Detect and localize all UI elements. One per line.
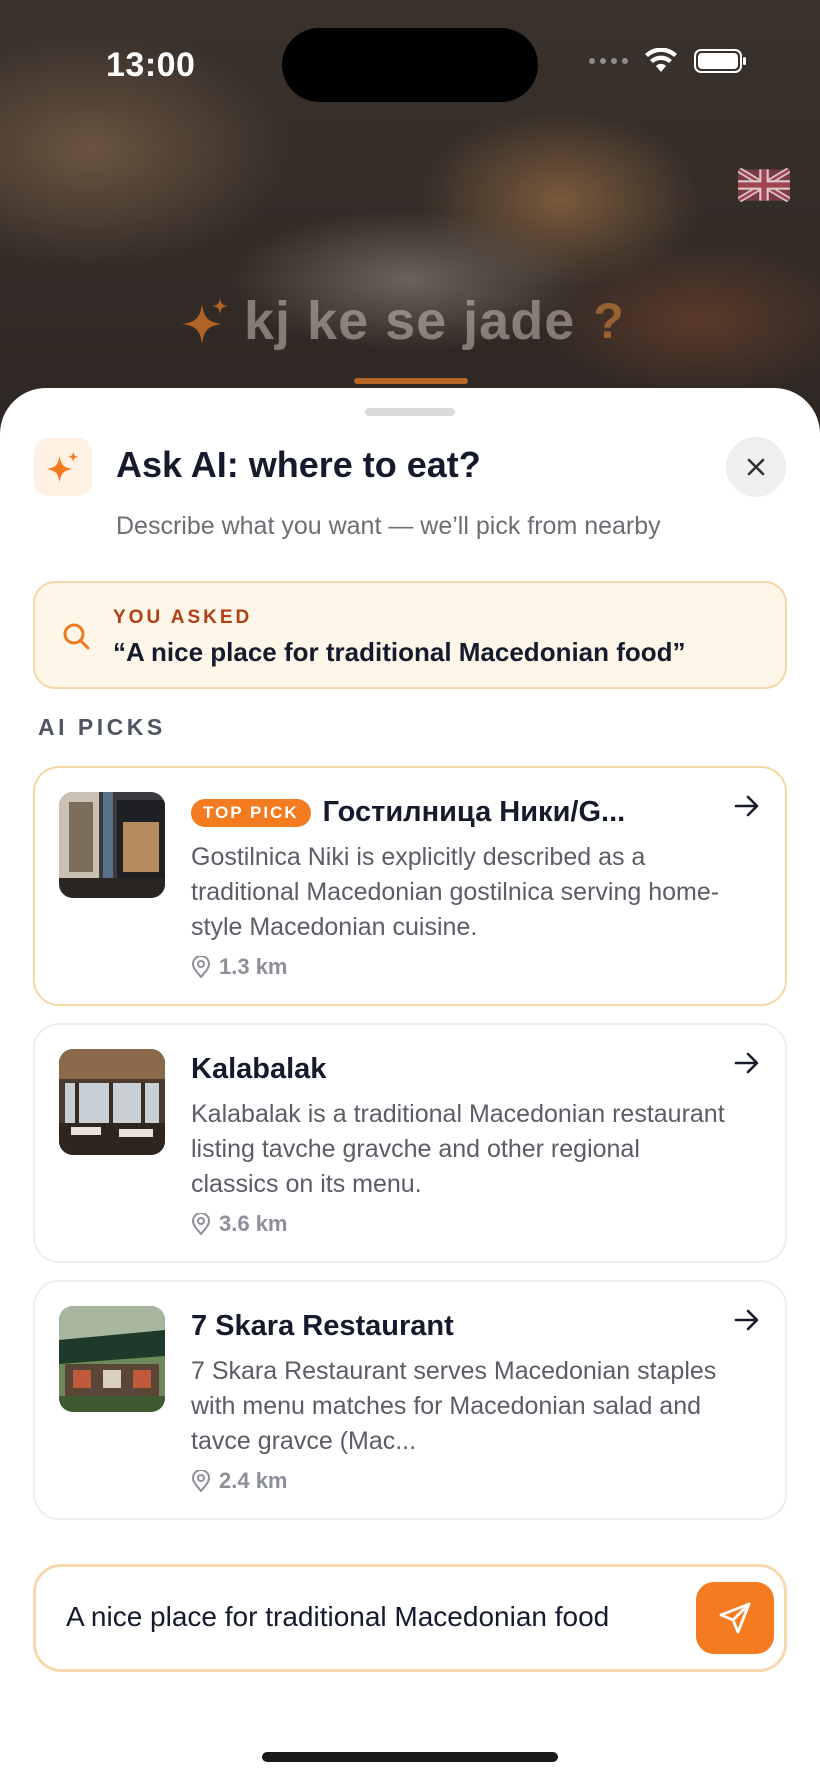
restaurant-photo [59, 1049, 165, 1155]
hero-underline [354, 378, 468, 384]
battery-icon [694, 49, 746, 73]
send-button[interactable] [696, 1582, 774, 1654]
send-icon [719, 1602, 751, 1634]
ai-badge [34, 438, 92, 496]
prompt-input-text[interactable]: A nice place for traditional Macedonian … [66, 1601, 609, 1633]
hero-title: kj ke se jade ? [180, 290, 624, 352]
ask-ai-sheet: Ask AI: where to eat? Describe what you … [0, 388, 820, 1782]
location-pin-icon [191, 956, 211, 978]
pick-distance: 2.4 km [191, 1468, 288, 1494]
hero-title-text: kj ke se jade [244, 291, 576, 351]
you-asked-query: “A nice place for traditional Macedonian… [113, 637, 686, 667]
restaurant-photo [59, 792, 165, 898]
pick-description: 7 Skara Restaurant serves Macedonian sta… [191, 1357, 717, 1455]
restaurant-photo [59, 1306, 165, 1412]
home-indicator[interactable] [262, 1752, 558, 1762]
dynamic-island [282, 28, 538, 102]
arrow-right-icon[interactable] [733, 1308, 761, 1332]
location-pin-icon [191, 1213, 211, 1235]
pick-distance: 1.3 km [191, 954, 288, 980]
wifi-icon [645, 48, 677, 72]
pick-card[interactable]: TOP PICK Гостилница Ники/G... Gostilnica… [33, 766, 787, 1006]
pick-distance-text: 1.3 km [219, 954, 288, 979]
pick-name: 7 Skara Restaurant [191, 1310, 454, 1342]
sparkle-icon [182, 298, 228, 344]
arrow-right-icon[interactable] [733, 1051, 761, 1075]
signal-icon [589, 58, 628, 64]
status-time: 13:00 [106, 46, 196, 84]
top-pick-badge: TOP PICK [191, 798, 311, 827]
sheet-grabber[interactable] [365, 408, 455, 416]
hero-question-mark: ? [593, 293, 624, 349]
pick-distance: 3.6 km [191, 1211, 288, 1237]
pick-name: Гостилница Ники/G... [322, 796, 626, 828]
ai-picks-label: AI PICKS [38, 714, 166, 740]
language-flag-icon[interactable] [738, 168, 790, 202]
location-pin-icon [191, 1470, 211, 1492]
status-icons [589, 48, 748, 74]
pick-title-row: Kalabalak [191, 1053, 326, 1086]
sparkle-icon [46, 451, 79, 483]
search-icon [63, 623, 90, 650]
close-button[interactable] [726, 437, 786, 497]
prompt-input[interactable]: A nice place for traditional Macedonian … [33, 1564, 787, 1672]
pick-name: Kalabalak [191, 1053, 327, 1085]
pick-card[interactable]: 7 Skara Restaurant 7 Skara Restaurant se… [33, 1280, 787, 1520]
pick-description: Kalabalak is a traditional Macedonian re… [191, 1100, 725, 1198]
pick-title-row: 7 Skara Restaurant [191, 1310, 454, 1343]
you-asked-box: YOU ASKED “A nice place for traditional … [33, 581, 787, 689]
pick-title-row: TOP PICK Гостилница Ники/G... [191, 796, 625, 829]
you-asked-label: YOU ASKED [113, 607, 253, 628]
sheet-title: Ask AI: where to eat? [116, 444, 481, 485]
pick-distance-text: 3.6 km [219, 1211, 288, 1236]
arrow-right-icon[interactable] [733, 794, 761, 818]
close-icon [747, 458, 765, 476]
pick-card[interactable]: Kalabalak Kalabalak is a traditional Mac… [33, 1023, 787, 1263]
pick-distance-text: 2.4 km [219, 1468, 288, 1493]
sheet-subtitle: Describe what you want — we’ll pick from… [116, 512, 661, 540]
pick-description: Gostilnica Niki is explicitly described … [191, 843, 720, 941]
